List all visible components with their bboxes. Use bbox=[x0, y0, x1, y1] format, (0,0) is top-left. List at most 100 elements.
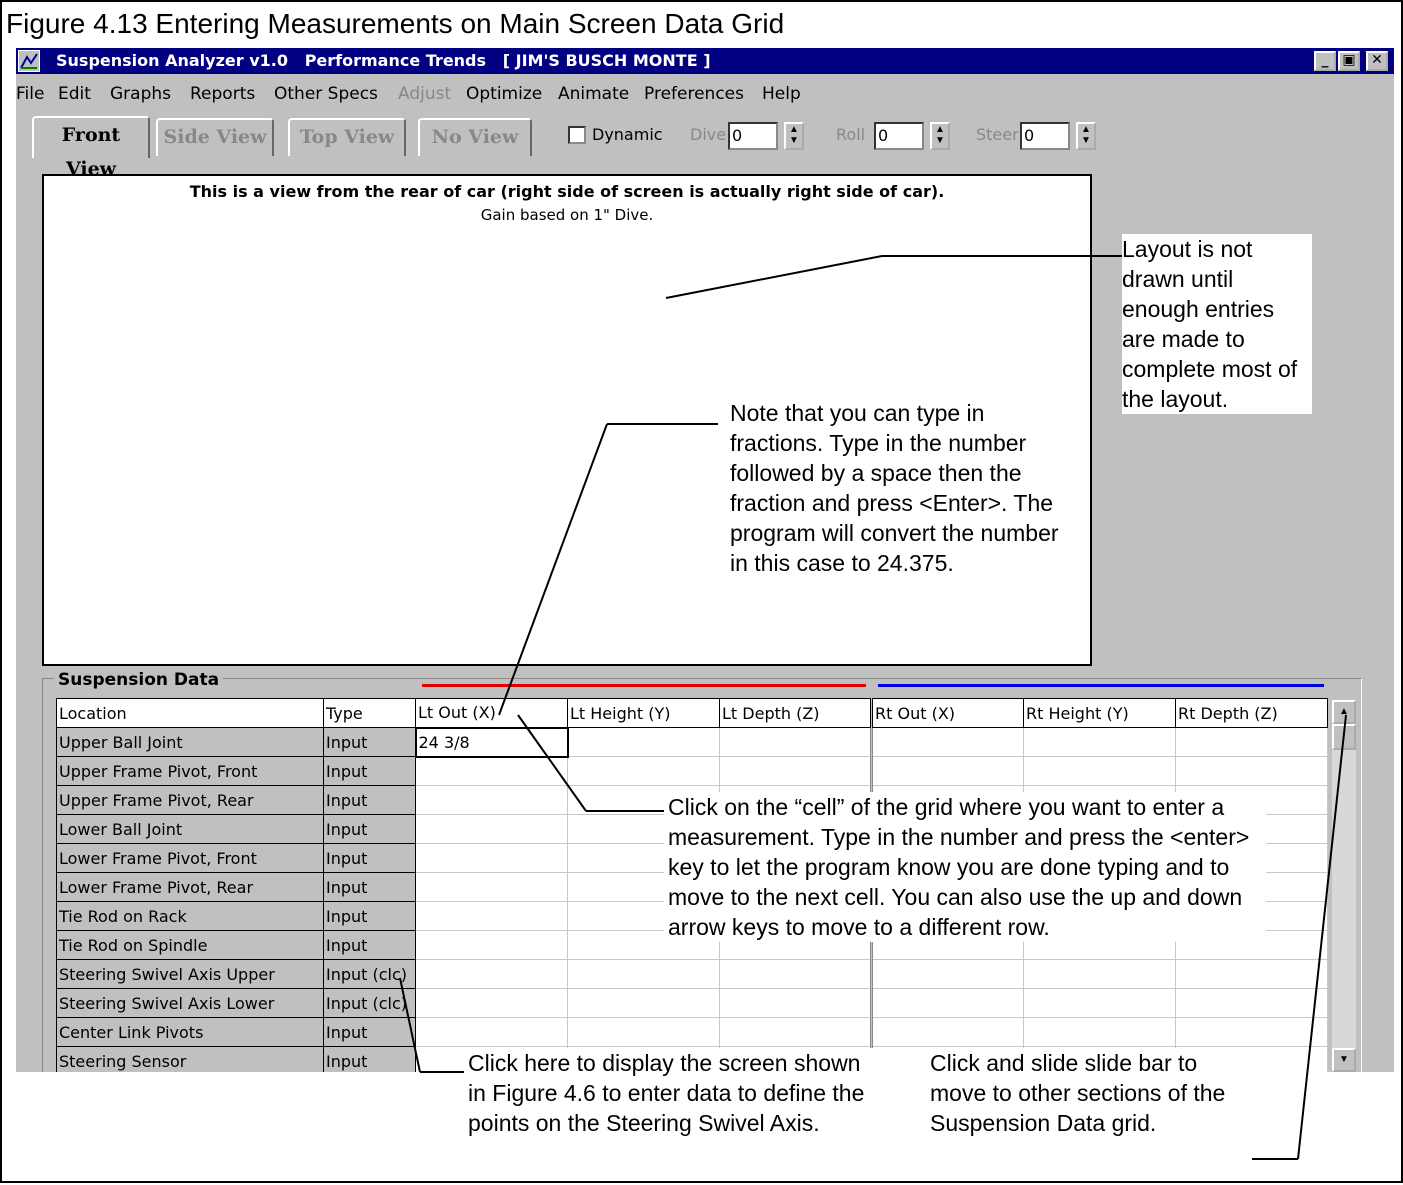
menu-reports[interactable]: Reports bbox=[190, 80, 255, 108]
cell-lt-out[interactable] bbox=[415, 901, 568, 931]
app-icon bbox=[18, 50, 40, 72]
menu-animate[interactable]: Animate bbox=[558, 80, 629, 108]
cell-rt-depth[interactable] bbox=[1175, 988, 1328, 1018]
cell-rt-out[interactable] bbox=[870, 1017, 1024, 1047]
row-location-label: Upper Frame Pivot, Rear bbox=[56, 785, 324, 815]
row-location-label: Tie Rod on Spindle bbox=[56, 930, 324, 960]
cell-rt-depth[interactable] bbox=[1175, 756, 1328, 786]
row-location-label: Lower Frame Pivot, Rear bbox=[56, 872, 324, 902]
dive-label: Dive bbox=[690, 125, 727, 144]
row-type-label: Input bbox=[323, 1046, 416, 1072]
tab-top-view[interactable]: Top View bbox=[288, 118, 406, 156]
dive-spinner[interactable]: ▲ ▼ bbox=[784, 122, 804, 150]
cell-lt-height[interactable] bbox=[567, 1017, 720, 1047]
menu-adjust[interactable]: Adjust bbox=[398, 80, 451, 108]
callout-slide: Click and slide slide bar to move to oth… bbox=[926, 1048, 1246, 1138]
cell-lt-out[interactable] bbox=[415, 930, 568, 960]
cell-rt-out[interactable] bbox=[870, 988, 1024, 1018]
tab-side-view[interactable]: Side View bbox=[156, 118, 274, 156]
menu-preferences[interactable]: Preferences bbox=[644, 80, 744, 108]
roll-input[interactable]: 0 bbox=[874, 122, 924, 150]
cell-rt-height[interactable] bbox=[1023, 727, 1176, 757]
table-row: Upper Frame Pivot, Front Input bbox=[56, 756, 1328, 786]
scroll-thumb[interactable] bbox=[1332, 724, 1356, 750]
cell-lt-height[interactable] bbox=[567, 988, 720, 1018]
cell-lt-out[interactable] bbox=[415, 814, 568, 844]
cell-lt-out[interactable] bbox=[415, 872, 568, 902]
menu-graphs[interactable]: Graphs bbox=[110, 80, 171, 108]
scroll-down-arrow-icon[interactable]: ▼ bbox=[1332, 1048, 1356, 1072]
row-type-label: Input bbox=[323, 872, 416, 902]
cell-lt-out[interactable] bbox=[415, 843, 568, 873]
cell-rt-out[interactable] bbox=[870, 756, 1024, 786]
row-type-label: Input bbox=[323, 814, 416, 844]
row-location-label: Upper Ball Joint bbox=[56, 727, 324, 757]
close-button[interactable]: ✕ bbox=[1366, 51, 1388, 71]
table-row: Upper Ball Joint Input 24 3/8 bbox=[56, 726, 1328, 758]
scroll-up-arrow-icon[interactable]: ▲ bbox=[1332, 700, 1356, 724]
table-row: Center Link Pivots Input bbox=[56, 1017, 1328, 1047]
cell-rt-depth[interactable] bbox=[1175, 727, 1328, 757]
header-rt-height: Rt Height (Y) bbox=[1023, 698, 1176, 728]
cell-rt-height[interactable] bbox=[1023, 959, 1176, 989]
cell-lt-depth[interactable] bbox=[719, 727, 872, 757]
header-location: Location bbox=[56, 698, 324, 728]
table-row: Steering Swivel Axis Lower Input (clc) bbox=[56, 988, 1328, 1018]
tab-no-view[interactable]: No View bbox=[418, 118, 532, 156]
cell-lt-height[interactable] bbox=[567, 756, 720, 786]
steer-spinner[interactable]: ▲ ▼ bbox=[1076, 122, 1096, 150]
header-lt-height: Lt Height (Y) bbox=[567, 698, 720, 728]
row-type-label: Input (clc) bbox=[323, 988, 416, 1018]
cell-rt-depth[interactable] bbox=[1175, 959, 1328, 989]
callout-fractions: Note that you can type in fractions. Typ… bbox=[730, 398, 1076, 578]
dive-input[interactable]: 0 bbox=[728, 122, 778, 150]
cell-lt-out[interactable] bbox=[415, 988, 568, 1018]
cell-lt-height[interactable] bbox=[567, 959, 720, 989]
row-location-label: Steering Sensor bbox=[56, 1046, 324, 1072]
cell-lt-out[interactable] bbox=[415, 959, 568, 989]
grid-scrollbar[interactable]: ▲ ▼ bbox=[1332, 700, 1356, 1072]
menu-optimize[interactable]: Optimize bbox=[466, 80, 542, 108]
cell-rt-out[interactable] bbox=[870, 959, 1024, 989]
callout-click-here: Click here to display the screen shown i… bbox=[464, 1048, 874, 1138]
maximize-button[interactable]: ▣ bbox=[1338, 51, 1360, 71]
menu-help[interactable]: Help bbox=[762, 80, 801, 108]
callout-cell: Click on the “cell” of the grid where yo… bbox=[664, 792, 1266, 942]
tab-front-view[interactable]: Front View bbox=[32, 116, 150, 180]
cell-rt-height[interactable] bbox=[1023, 988, 1176, 1018]
dynamic-checkbox[interactable] bbox=[568, 126, 586, 144]
table-row: Steering Swivel Axis Upper Input (clc) bbox=[56, 959, 1328, 989]
menu-other-specs[interactable]: Other Specs bbox=[274, 80, 378, 108]
row-type-label: Input bbox=[323, 756, 416, 786]
cell-lt-depth[interactable] bbox=[719, 1017, 872, 1047]
row-type-label: Input bbox=[323, 727, 416, 757]
header-rt-depth: Rt Depth (Z) bbox=[1175, 698, 1328, 728]
header-type: Type bbox=[323, 698, 416, 728]
row-location-label: Lower Ball Joint bbox=[56, 814, 324, 844]
header-lt-out: Lt Out (X) bbox=[415, 698, 568, 728]
cell-lt-out[interactable]: 24 3/8 bbox=[414, 726, 569, 758]
roll-spinner[interactable]: ▲ ▼ bbox=[930, 122, 950, 150]
cell-rt-height[interactable] bbox=[1023, 756, 1176, 786]
row-location-label: Steering Swivel Axis Lower bbox=[56, 988, 324, 1018]
menu-file[interactable]: File bbox=[16, 80, 44, 108]
steer-input[interactable]: 0 bbox=[1020, 122, 1070, 150]
cell-lt-depth[interactable] bbox=[719, 756, 872, 786]
cell-lt-out[interactable] bbox=[415, 756, 568, 786]
cell-rt-out[interactable] bbox=[870, 727, 1024, 757]
callout-layout: Layout is not drawn until enough entries… bbox=[1122, 234, 1312, 414]
figure-frame: Figure 4.13 Entering Measurements on Mai… bbox=[0, 0, 1403, 1183]
header-lt-depth: Lt Depth (Z) bbox=[719, 698, 872, 728]
menu-edit[interactable]: Edit bbox=[58, 80, 91, 108]
cell-rt-depth[interactable] bbox=[1175, 1017, 1328, 1047]
row-type-label: Input bbox=[323, 843, 416, 873]
header-rt-out: Rt Out (X) bbox=[870, 698, 1024, 728]
cell-lt-out[interactable] bbox=[415, 1017, 568, 1047]
cell-lt-out[interactable] bbox=[415, 785, 568, 815]
minimize-button[interactable]: _ bbox=[1314, 51, 1336, 71]
cell-lt-height[interactable] bbox=[567, 727, 720, 757]
cell-lt-depth[interactable] bbox=[719, 988, 872, 1018]
cell-lt-depth[interactable] bbox=[719, 959, 872, 989]
view-subtitle: Gain based on 1" Dive. bbox=[480, 206, 654, 224]
cell-rt-height[interactable] bbox=[1023, 1017, 1176, 1047]
